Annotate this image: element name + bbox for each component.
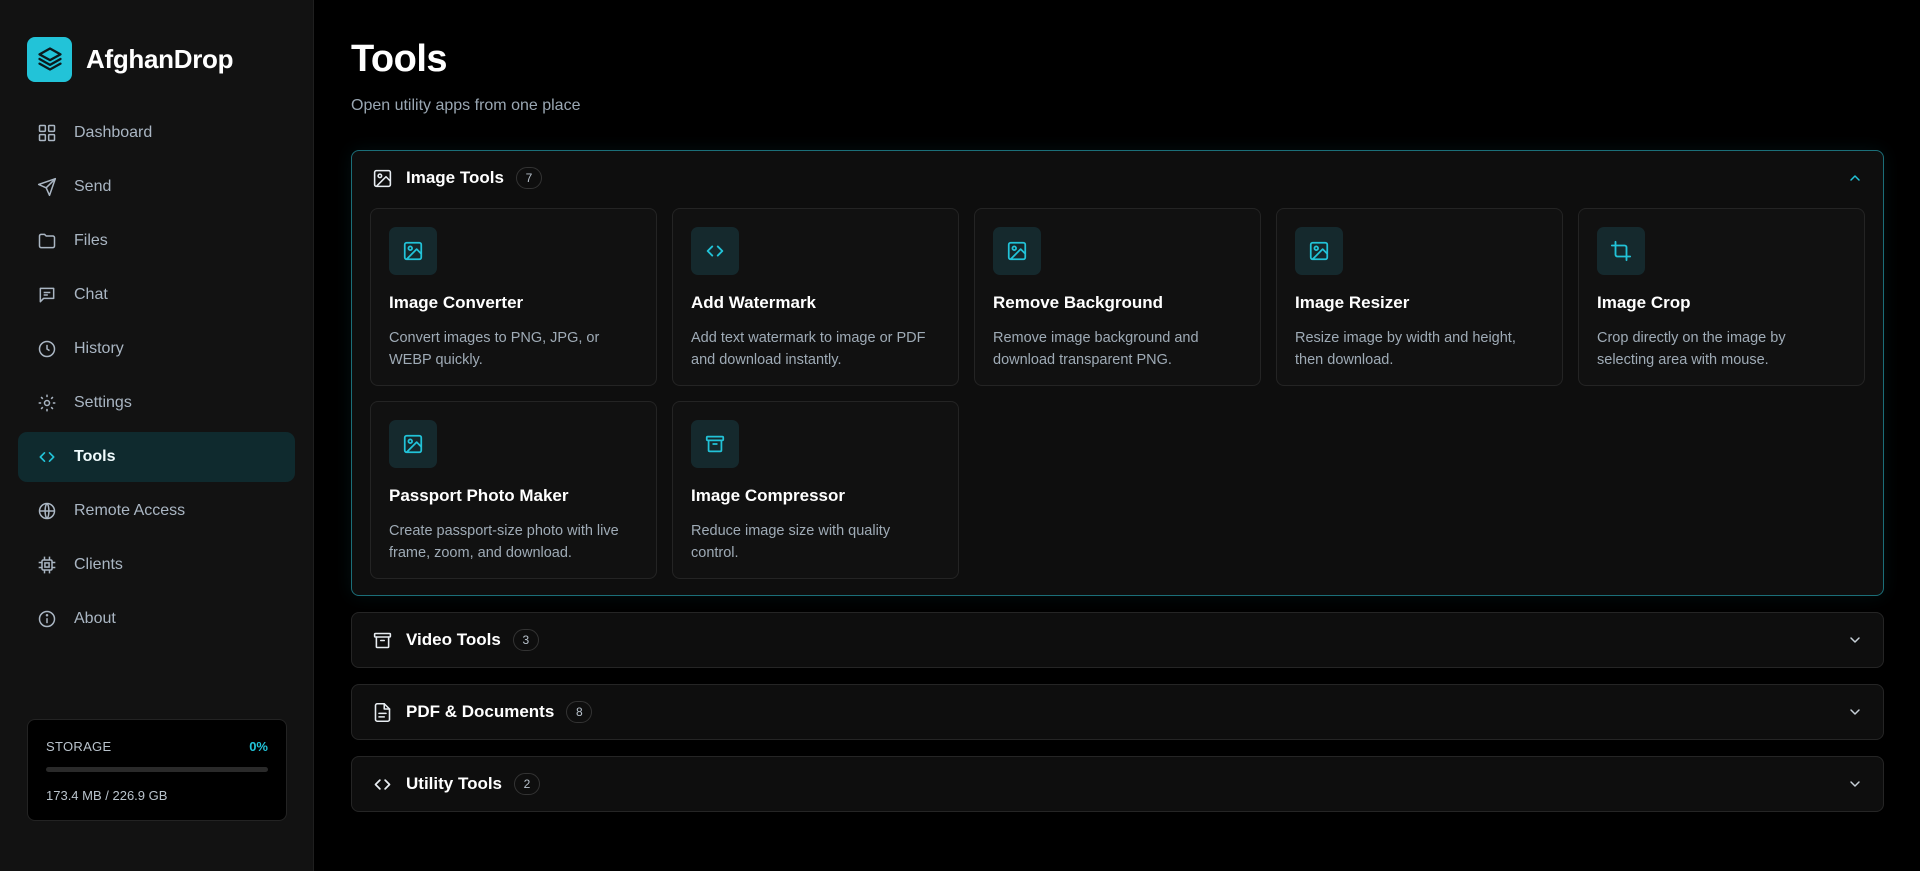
sidebar-item-files[interactable]: Files <box>18 216 295 266</box>
sidebar-item-label: Remote Access <box>74 502 186 519</box>
code-icon <box>371 773 393 795</box>
chevron-down-icon[interactable] <box>1845 774 1865 794</box>
section-title: Video Tools <box>406 630 501 649</box>
brand-name: AfghanDrop <box>86 43 234 74</box>
tool-title: Image Converter <box>389 293 524 312</box>
sidebar-item-clients[interactable]: Clients <box>18 540 295 590</box>
tool-card-passport-photo-maker[interactable]: Passport Photo Maker Create passport-siz… <box>370 401 657 579</box>
tool-description: Create passport-size photo with live fra… <box>389 523 619 561</box>
image-icon <box>993 227 1041 275</box>
tool-description: Remove image background and download tra… <box>993 330 1199 368</box>
tool-card-image-resizer[interactable]: Image Resizer Resize image by width and … <box>1276 208 1563 386</box>
sidebar-item-label: Settings <box>74 394 132 411</box>
tool-title: Passport Photo Maker <box>389 486 569 505</box>
tool-description: Crop directly on the image by selecting … <box>1597 330 1786 368</box>
image-icon <box>389 227 437 275</box>
archive-icon <box>691 420 739 468</box>
tool-card-remove-background[interactable]: Remove Background Remove image backgroun… <box>974 208 1261 386</box>
folder-icon <box>36 230 58 252</box>
grid-icon <box>36 122 58 144</box>
clock-icon <box>36 338 58 360</box>
brand[interactable]: AfghanDrop <box>0 0 313 94</box>
storage-panel: STORAGE 0% 173.4 MB / 226.9 GB <box>27 719 287 821</box>
sidebar-item-label: About <box>74 610 116 627</box>
send-icon <box>36 176 58 198</box>
tool-title: Image Compressor <box>691 486 845 505</box>
sidebar-item-label: Tools <box>74 448 116 465</box>
page-title: Tools <box>351 38 448 80</box>
chip-icon <box>36 554 58 576</box>
main-content: Tools Open utility apps from one place I… <box>314 0 1920 871</box>
sidebar-item-dashboard[interactable]: Dashboard <box>18 108 295 158</box>
tool-title: Image Crop <box>1597 293 1691 312</box>
sidebar: AfghanDrop Dashboard Send Files Chat His… <box>0 0 314 871</box>
storage-title: STORAGE <box>46 739 112 754</box>
image-icon <box>389 420 437 468</box>
tool-description: Resize image by width and height, then d… <box>1295 330 1516 368</box>
info-icon <box>36 608 58 630</box>
image-icon <box>1295 227 1343 275</box>
section-utility-tools: Utility Tools 2 <box>351 756 1884 812</box>
tools-grid: Image Converter Convert images to PNG, J… <box>352 205 1883 595</box>
storage-progress-bar <box>46 767 268 772</box>
section-header-utility-tools[interactable]: Utility Tools 2 <box>352 757 1883 811</box>
tool-title: Remove Background <box>993 293 1164 312</box>
tool-title: Add Watermark <box>691 293 817 312</box>
storage-percent: 0% <box>249 739 268 754</box>
sidebar-item-label: Files <box>74 232 108 249</box>
tool-description: Convert images to PNG, JPG, or WEBP quic… <box>389 330 600 368</box>
sidebar-item-tools[interactable]: Tools <box>18 432 295 482</box>
sidebar-item-remote-access[interactable]: Remote Access <box>18 486 295 536</box>
tool-card-image-compressor[interactable]: Image Compressor Reduce image size with … <box>672 401 959 579</box>
tool-description: Reduce image size with quality control. <box>691 523 891 561</box>
section-count-badge: 7 <box>515 167 542 189</box>
sidebar-item-label: Send <box>74 178 112 195</box>
section-header-image-tools[interactable]: Image Tools 7 <box>352 151 1883 205</box>
sidebar-item-label: Clients <box>74 556 123 573</box>
code-icon <box>691 227 739 275</box>
sidebar-item-label: History <box>74 340 124 357</box>
section-title: Utility Tools <box>406 774 503 793</box>
sidebar-item-label: Dashboard <box>74 124 153 141</box>
tool-card-image-converter[interactable]: Image Converter Convert images to PNG, J… <box>370 208 657 386</box>
tool-description: Add text watermark to image or PDF and d… <box>691 330 926 368</box>
section-title: Image Tools <box>406 168 504 187</box>
section-header-video-tools[interactable]: Video Tools 3 <box>352 613 1883 667</box>
crop-icon <box>1597 227 1645 275</box>
globe-icon <box>36 500 58 522</box>
code-icon <box>36 446 58 468</box>
gear-icon <box>36 392 58 414</box>
sidebar-item-settings[interactable]: Settings <box>18 378 295 428</box>
sidebar-item-label: Chat <box>74 286 108 303</box>
chevron-down-icon[interactable] <box>1845 702 1865 722</box>
sidebar-item-send[interactable]: Send <box>18 162 295 212</box>
page-subtitle: Open utility apps from one place <box>351 97 581 114</box>
tool-card-add-watermark[interactable]: Add Watermark Add text watermark to imag… <box>672 208 959 386</box>
chevron-down-icon[interactable] <box>1845 630 1865 650</box>
archive-icon <box>371 629 393 651</box>
section-pdf-documents: PDF & Documents 8 <box>351 684 1884 740</box>
sidebar-item-about[interactable]: About <box>18 594 295 644</box>
layers-icon <box>27 36 72 82</box>
tool-title: Image Resizer <box>1295 293 1410 312</box>
section-count-badge: 3 <box>512 629 539 651</box>
sidebar-item-history[interactable]: History <box>18 324 295 374</box>
section-image-tools: Image Tools 7 Image Converter Convert im… <box>351 150 1884 596</box>
storage-usage: 173.4 MB / 226.9 GB <box>46 788 168 803</box>
section-count-badge: 8 <box>566 701 593 723</box>
document-icon <box>371 701 393 723</box>
tool-card-image-crop[interactable]: Image Crop Crop directly on the image by… <box>1578 208 1865 386</box>
section-video-tools: Video Tools 3 <box>351 612 1884 668</box>
image-icon <box>371 167 393 189</box>
section-title: PDF & Documents <box>406 702 555 721</box>
chevron-up-icon[interactable] <box>1845 168 1865 188</box>
chat-icon <box>36 284 58 306</box>
section-header-pdf-documents[interactable]: PDF & Documents 8 <box>352 685 1883 739</box>
sidebar-nav: Dashboard Send Files Chat History Settin… <box>0 108 313 644</box>
sidebar-item-chat[interactable]: Chat <box>18 270 295 320</box>
section-count-badge: 2 <box>514 773 541 795</box>
